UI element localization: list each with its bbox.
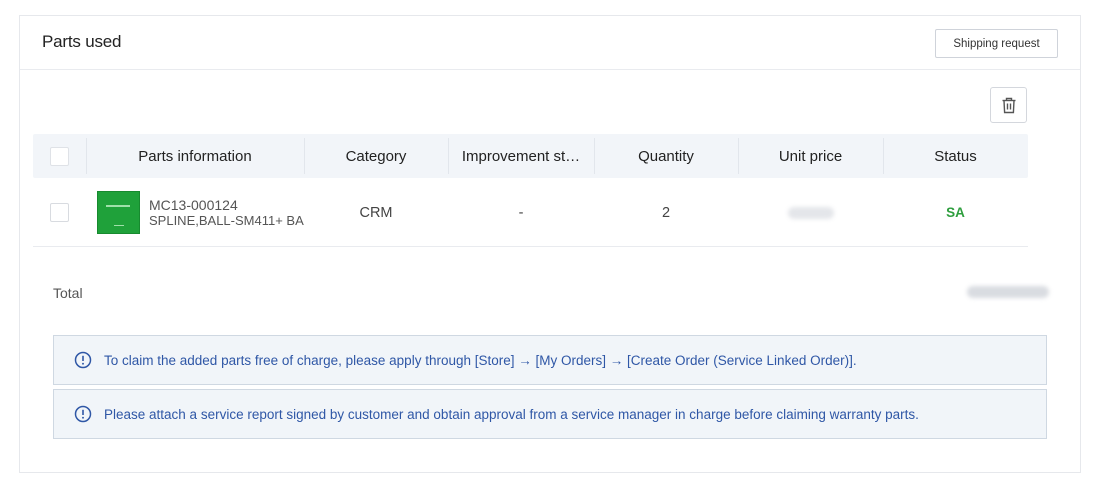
category-cell: CRM bbox=[359, 204, 393, 221]
notice-text: To claim the added parts free of charge,… bbox=[104, 352, 857, 368]
select-all-checkbox[interactable] bbox=[50, 146, 69, 166]
table-row: MC13-000124 SPLINE,BALL-SM411+ BA CRM - … bbox=[33, 178, 1028, 247]
part-name: SPLINE,BALL-SM411+ BA bbox=[149, 212, 304, 228]
quantity-cell: 2 bbox=[661, 204, 671, 221]
notice-service-report: Please attach a service report signed by… bbox=[53, 389, 1047, 439]
column-header-status[interactable]: Status bbox=[883, 134, 1028, 178]
parts-table: Parts information Category Improvement s… bbox=[33, 134, 1028, 247]
panel-header: Parts used Shipping request bbox=[20, 16, 1080, 70]
row-checkbox[interactable] bbox=[50, 203, 69, 222]
part-text: MC13-000124 SPLINE,BALL-SM411+ BA bbox=[149, 198, 304, 228]
column-header-category[interactable]: Category bbox=[304, 134, 448, 178]
unit-price-redacted bbox=[787, 206, 834, 219]
shipping-request-button[interactable]: Shipping request bbox=[935, 29, 1058, 58]
total-value-redacted bbox=[967, 286, 1049, 298]
panel-title: Parts used bbox=[42, 32, 122, 51]
status-badge: SA bbox=[946, 205, 965, 220]
info-circle-icon bbox=[74, 351, 92, 369]
total-label: Total bbox=[53, 285, 83, 301]
part-code: MC13-000124 bbox=[149, 197, 238, 213]
info-circle-icon bbox=[74, 405, 92, 423]
table-header: Parts information Category Improvement s… bbox=[33, 134, 1028, 178]
part-thumbnail bbox=[97, 191, 140, 234]
header-select-cell bbox=[33, 134, 86, 178]
part-info-cell: MC13-000124 SPLINE,BALL-SM411+ BA bbox=[86, 178, 304, 247]
column-header-improvement-status[interactable]: Improvement st… bbox=[448, 134, 594, 178]
column-header-unit-price[interactable]: Unit price bbox=[738, 134, 883, 178]
column-header-quantity[interactable]: Quantity bbox=[594, 134, 738, 178]
column-header-parts-information[interactable]: Parts information bbox=[86, 134, 304, 178]
delete-button[interactable] bbox=[990, 87, 1027, 123]
status-cell: SA bbox=[883, 178, 1028, 247]
improvement-cell: - bbox=[518, 204, 524, 221]
trash-icon bbox=[1002, 97, 1015, 113]
row-select-cell bbox=[33, 178, 86, 247]
notice-free-claim: To claim the added parts free of charge,… bbox=[53, 335, 1047, 385]
unit-price-cell bbox=[738, 178, 883, 247]
notice-text: Please attach a service report signed by… bbox=[104, 406, 919, 422]
